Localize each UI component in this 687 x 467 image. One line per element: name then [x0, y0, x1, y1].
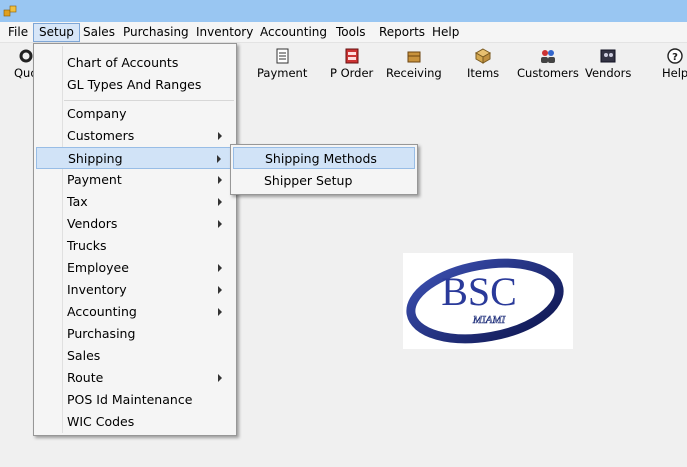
- menu-item-label: WIC Codes: [67, 414, 135, 429]
- menu-separator: [64, 100, 234, 101]
- toolbar-help-button[interactable]: ? Help: [662, 47, 687, 80]
- gear-icon: [19, 49, 33, 63]
- menu-purchasing[interactable]: Purchasing: [117, 23, 195, 42]
- menu-item-employee[interactable]: Employee: [36, 257, 234, 279]
- menu-item-label: Company: [67, 106, 127, 121]
- toolbar-items-label: Items: [467, 66, 500, 80]
- menu-item-payment[interactable]: Payment: [36, 169, 234, 191]
- menu-item-pos-id-maintenance[interactable]: POS Id Maintenance: [36, 389, 234, 411]
- svg-text:?: ?: [672, 52, 678, 63]
- toolbar-vendors-button[interactable]: Vendors: [585, 47, 631, 80]
- company-logo: BSC MIAMI: [403, 253, 573, 349]
- toolbar-customers-label: Customers: [517, 66, 579, 80]
- menu-item-label: Accounting: [67, 304, 137, 319]
- toolbar-receiving-label: Receiving: [386, 66, 442, 80]
- menu-item-label: Inventory: [67, 282, 127, 297]
- chevron-right-icon: [218, 132, 222, 140]
- menu-item-purchasing[interactable]: Purchasing: [36, 323, 234, 345]
- chevron-right-icon: [218, 286, 222, 294]
- menu-sales[interactable]: Sales: [77, 23, 121, 42]
- menu-item-label: Shipper Setup: [264, 173, 353, 188]
- menu-item-label: GL Types And Ranges: [67, 77, 202, 92]
- menu-item-label: Employee: [67, 260, 129, 275]
- toolbar-items-button[interactable]: Items: [467, 47, 499, 80]
- toolbar-receiving-button[interactable]: Receiving: [386, 47, 442, 80]
- package-icon: [475, 48, 492, 64]
- menu-item-label: Shipping Methods: [265, 151, 377, 166]
- menu-item-label: Route: [67, 370, 104, 385]
- vendor-icon: [600, 49, 616, 63]
- logo-main-text: BSC: [441, 269, 517, 314]
- chevron-right-icon: [218, 308, 222, 316]
- toolbar-vendors-label: Vendors: [585, 66, 632, 80]
- menu-item-chart-of-accounts[interactable]: Chart of Accounts: [36, 52, 234, 74]
- box-icon: [407, 51, 421, 63]
- shipping-submenu: Shipping Methods Shipper Setup: [230, 144, 418, 195]
- toolbar-porder-label: P Order: [330, 66, 374, 80]
- menu-item-accounting[interactable]: Accounting: [36, 301, 234, 323]
- menu-inventory[interactable]: Inventory: [190, 23, 259, 42]
- chevron-right-icon: [218, 374, 222, 382]
- menu-bar: File Setup Sales Purchasing Inventory Ac…: [0, 22, 687, 43]
- menu-item-label: POS Id Maintenance: [67, 392, 193, 407]
- payment-icon: [276, 48, 289, 64]
- menu-item-gl-types-and-ranges[interactable]: GL Types And Ranges: [36, 74, 234, 96]
- menu-item-inventory[interactable]: Inventory: [36, 279, 234, 301]
- toolbar-payment-button[interactable]: Payment: [257, 47, 307, 80]
- menu-item-label: Shipping: [68, 151, 123, 166]
- menu-item-label: Vendors: [67, 216, 118, 231]
- menu-file[interactable]: File: [2, 23, 34, 42]
- title-bar: [0, 0, 687, 22]
- help-icon: ?: [667, 48, 683, 64]
- menu-setup[interactable]: Setup: [33, 23, 80, 42]
- chevron-right-icon: [217, 155, 221, 163]
- toolbar-help-label: Help: [662, 66, 687, 80]
- menu-accounting[interactable]: Accounting: [254, 23, 333, 42]
- menu-item-customers[interactable]: Customers: [36, 125, 234, 147]
- menu-help[interactable]: Help: [426, 23, 465, 42]
- menu-item-wic-codes[interactable]: WIC Codes: [36, 411, 234, 433]
- chevron-right-icon: [218, 198, 222, 206]
- menu-item-shipping[interactable]: Shipping: [36, 147, 234, 169]
- toolbar-payment-label: Payment: [257, 66, 308, 80]
- menu-item-label: Customers: [67, 128, 135, 143]
- menu-item-shipping-methods[interactable]: Shipping Methods: [233, 147, 415, 169]
- menu-tools[interactable]: Tools: [330, 23, 372, 42]
- menu-item-route[interactable]: Route: [36, 367, 234, 389]
- toolbar-customers-button[interactable]: Customers: [517, 47, 579, 80]
- toolbar-porder-button[interactable]: P Order: [330, 47, 373, 80]
- menu-item-label: Trucks: [67, 238, 107, 253]
- menu-item-vendors[interactable]: Vendors: [36, 213, 234, 235]
- menu-item-sales[interactable]: Sales: [36, 345, 234, 367]
- users-icon: [540, 50, 555, 63]
- setup-dropdown-menu: Chart of Accounts GL Types And Ranges Co…: [33, 43, 237, 436]
- menu-reports[interactable]: Reports: [373, 23, 431, 42]
- chevron-right-icon: [218, 264, 222, 272]
- menu-item-label: Sales: [67, 348, 101, 363]
- menu-item-trucks[interactable]: Trucks: [36, 235, 234, 257]
- menu-item-tax[interactable]: Tax: [36, 191, 234, 213]
- menu-item-label: Tax: [67, 194, 88, 209]
- app-icon[interactable]: [3, 3, 19, 19]
- chevron-right-icon: [218, 176, 222, 184]
- logo-sub-text: MIAMI: [472, 314, 507, 326]
- menu-item-shipper-setup[interactable]: Shipper Setup: [233, 170, 415, 192]
- menu-item-label: Payment: [67, 172, 122, 187]
- chevron-right-icon: [218, 220, 222, 228]
- menu-item-label: Chart of Accounts: [67, 55, 179, 70]
- purchase-order-icon: [345, 48, 359, 64]
- menu-item-label: Purchasing: [67, 326, 136, 341]
- menu-item-company[interactable]: Company: [36, 103, 234, 125]
